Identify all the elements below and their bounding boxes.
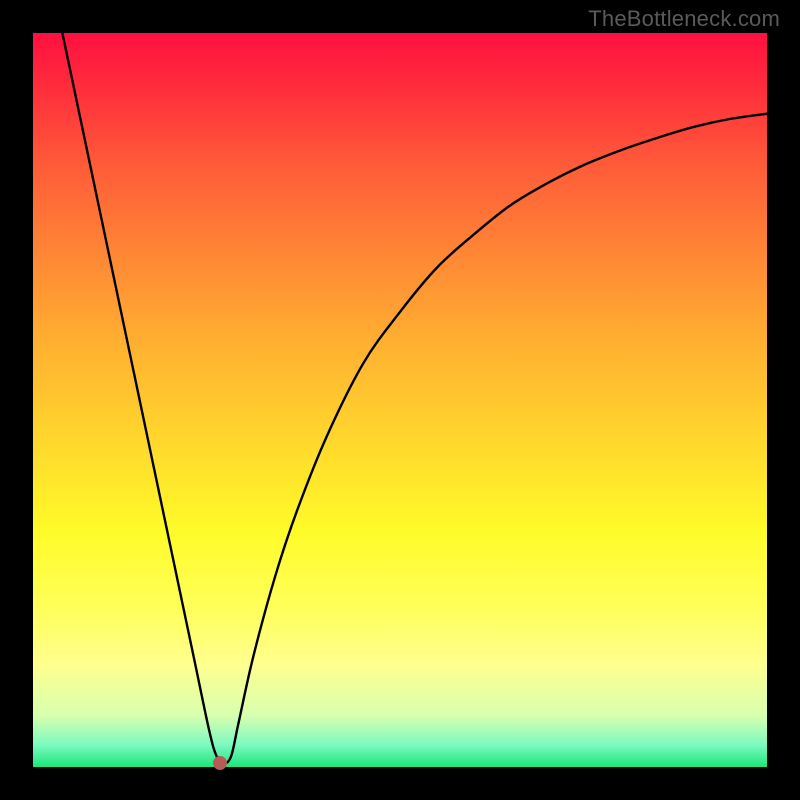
plot-area [33, 33, 767, 767]
optimal-point-marker [213, 756, 227, 770]
watermark-text: TheBottleneck.com [588, 6, 780, 32]
chart-frame: TheBottleneck.com [0, 0, 800, 800]
bottleneck-curve [62, 33, 767, 763]
curve-svg [33, 33, 767, 767]
